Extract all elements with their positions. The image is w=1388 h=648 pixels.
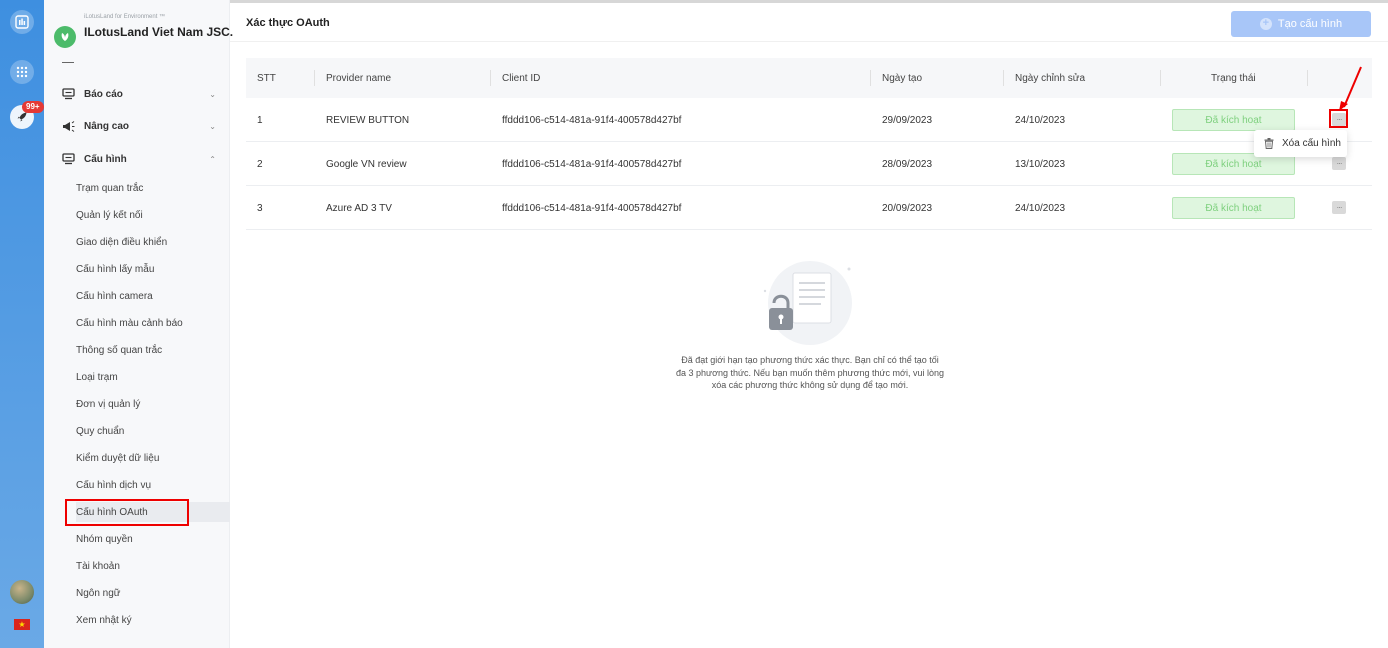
- cell-modified: 13/10/2023: [1015, 158, 1066, 170]
- chevron-up-icon: ⌃: [209, 154, 216, 164]
- limit-message: Đã đạt giới hạn tạo phương thức xác thực…: [676, 355, 944, 390]
- divider: [230, 41, 1388, 42]
- cell-created: 20/09/2023: [882, 202, 933, 214]
- sidebar-item-stations[interactable]: Trạm quan trắc: [76, 178, 230, 198]
- cell-client-id: ffddd106-c514-481a-91f4-400578d427bf: [502, 114, 682, 126]
- col-separator: [490, 70, 491, 86]
- more-actions-button[interactable]: ···: [1332, 201, 1346, 214]
- plus-icon: +: [1259, 18, 1272, 30]
- sidebar-item-parameters[interactable]: Thông số quan trắc: [76, 340, 230, 360]
- cell-client-id: ffddd106-c514-481a-91f4-400578d427bf: [502, 202, 682, 214]
- org-subtitle: iLotusLand for Environment ™: [84, 14, 166, 20]
- sidebar-item-accounts[interactable]: Tài khoản: [76, 556, 230, 576]
- table-row[interactable]: 2 Google VN review ffddd106-c514-481a-91…: [246, 142, 1372, 186]
- nav-report-label: Báo cáo: [84, 88, 123, 100]
- cell-stt: 2: [257, 158, 263, 170]
- table-row[interactable]: 1 REVIEW BUTTON ffddd106-c514-481a-91f4-…: [246, 98, 1372, 142]
- oauth-highlight-box: [65, 499, 189, 526]
- status-badge: Đã kích hoạt: [1172, 109, 1295, 131]
- sidebar-item-connections[interactable]: Quản lý kết nối: [76, 205, 230, 225]
- cell-created: 29/09/2023: [882, 114, 933, 126]
- sidebar-item-services[interactable]: Cấu hình dịch vụ: [76, 475, 230, 495]
- col-modified: Ngày chỉnh sửa: [1015, 72, 1086, 84]
- sidebar-item-standards[interactable]: Quy chuẩn: [76, 421, 230, 441]
- sidebar-item-control-ui[interactable]: Giao diện điều khiển: [76, 232, 230, 252]
- col-separator: [1160, 70, 1161, 86]
- col-separator: [314, 70, 315, 86]
- col-stt: STT: [257, 72, 276, 84]
- nav-config-label: Cấu hình: [84, 153, 127, 165]
- col-separator: [870, 70, 871, 86]
- avatar[interactable]: [10, 580, 34, 604]
- table-header: STT Provider name Client ID Ngày tạo Ngà…: [246, 58, 1372, 98]
- page-title: Xác thực OAuth: [246, 17, 330, 29]
- org-name: ILotusLand Viet Nam JSC.: [84, 25, 234, 39]
- org-logo-icon: [54, 26, 76, 48]
- create-config-button[interactable]: + Tạo cấu hình: [1231, 11, 1371, 37]
- main-content: Xác thực OAuth + Tạo cấu hình STT Provid…: [230, 0, 1388, 648]
- apps-grid-icon[interactable]: [10, 60, 34, 84]
- more-actions-button[interactable]: ···: [1332, 157, 1346, 170]
- vietnam-flag-icon[interactable]: ★: [14, 619, 30, 630]
- chevron-down-icon: ⌄: [209, 89, 216, 99]
- cell-stt: 1: [257, 114, 263, 126]
- cell-client-id: ffddd106-c514-481a-91f4-400578d427bf: [502, 158, 682, 170]
- sidebar-item-sampling[interactable]: Cấu hình lấy mẫu: [76, 259, 230, 279]
- sidebar-item-management-units[interactable]: Đơn vị quản lý: [76, 394, 230, 414]
- monitor-icon: [60, 87, 76, 101]
- chevron-down-icon: ⌄: [209, 121, 216, 131]
- row-actions-dropdown: Xóa cấu hình: [1254, 130, 1347, 157]
- sidebar-item-station-types[interactable]: Loại trạm: [76, 367, 230, 387]
- delete-config-option[interactable]: Xóa cấu hình: [1282, 138, 1341, 149]
- cell-provider: Google VN review: [326, 158, 407, 170]
- cell-modified: 24/10/2023: [1015, 114, 1066, 126]
- sidebar-item-logs[interactable]: Xem nhật ký: [76, 610, 230, 630]
- cell-stt: 3: [257, 202, 263, 214]
- cell-provider: REVIEW BUTTON: [326, 114, 410, 126]
- nav-report[interactable]: Báo cáo ⌄: [60, 84, 216, 104]
- nav-config[interactable]: Cấu hình ⌃: [60, 149, 216, 169]
- cell-modified: 24/10/2023: [1015, 202, 1066, 214]
- dashboard-icon[interactable]: [10, 10, 34, 34]
- col-separator: [1003, 70, 1004, 86]
- app-rail: 99+ ★: [0, 0, 44, 648]
- col-client-id: Client ID: [502, 72, 541, 84]
- nav-advanced[interactable]: Nâng cao ⌄: [60, 116, 216, 136]
- col-provider: Provider name: [326, 72, 392, 84]
- cell-provider: Azure AD 3 TV: [326, 202, 392, 214]
- trash-icon: [1264, 138, 1274, 149]
- col-separator: [1307, 70, 1308, 86]
- col-created: Ngày tạo: [882, 72, 923, 84]
- limit-empty-state: Đã đạt giới hạn tạo phương thức xác thực…: [675, 261, 945, 390]
- sidebar: iLotusLand for Environment ™ ILotusLand …: [44, 0, 233, 648]
- megaphone-icon: [60, 119, 76, 133]
- col-status: Trạng thái: [1211, 72, 1256, 84]
- monitor-icon: [60, 152, 76, 166]
- cell-created: 28/09/2023: [882, 158, 933, 170]
- notification-badge: 99+: [22, 101, 44, 113]
- sidebar-item-data-review[interactable]: Kiểm duyệt dữ liệu: [76, 448, 230, 468]
- nav-advanced-label: Nâng cao: [84, 120, 130, 132]
- sidebar-item-roles[interactable]: Nhóm quyền: [76, 529, 230, 549]
- sidebar-item-alert-colors[interactable]: Cấu hình màu cảnh báo: [76, 313, 230, 333]
- divider: [62, 62, 74, 63]
- locked-document-icon: [763, 261, 852, 345]
- sidebar-item-language[interactable]: Ngôn ngữ: [76, 583, 230, 603]
- sidebar-item-camera[interactable]: Cấu hình camera: [76, 286, 230, 306]
- status-badge: Đã kích hoạt: [1172, 197, 1295, 219]
- create-config-label: Tạo cấu hình: [1277, 18, 1343, 30]
- annotation-arrow-icon: [1339, 66, 1362, 111]
- table-row[interactable]: 3 Azure AD 3 TV ffddd106-c514-481a-91f4-…: [246, 186, 1372, 230]
